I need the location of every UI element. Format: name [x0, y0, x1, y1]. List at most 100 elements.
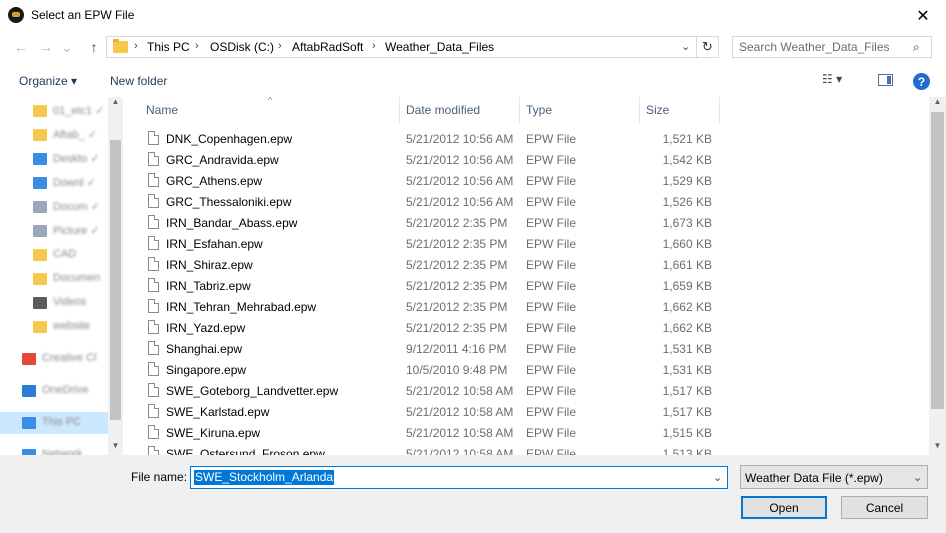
new-folder-button[interactable]: New folder [110, 74, 167, 88]
column-divider[interactable] [399, 97, 400, 123]
scroll-down-icon[interactable]: ▼ [108, 441, 123, 455]
file-date-modified: 5/21/2012 10:56 AM [406, 132, 514, 146]
file-size: 1,661 KB [662, 258, 712, 272]
file-name: Shanghai.epw [166, 342, 243, 356]
file-row[interactable]: IRN_Tehran_Mehrabad.epw 5/21/2012 2:35 PM… [138, 296, 738, 317]
organize-button[interactable]: Organize ▾ [19, 74, 77, 88]
nav-pane-item[interactable]: Documen [0, 268, 108, 290]
file-icon [148, 278, 159, 292]
file-row[interactable]: SWE_Karlstad.epw 5/21/2012 10:58 AM EPW Fi… [138, 401, 738, 422]
file-type: EPW File [526, 363, 577, 377]
file-row[interactable]: GRC_Andravida.epw 5/21/2012 10:56 AM EPW F… [138, 149, 738, 170]
nav-pane-item[interactable]: Creative Cl [0, 348, 108, 370]
column-header-date-modified[interactable]: Date modified [406, 97, 518, 123]
nav-item-icon [33, 273, 47, 285]
file-size: 1,515 KB [662, 426, 712, 440]
file-date-modified: 5/21/2012 2:35 PM [406, 216, 508, 230]
nav-pane-item[interactable]: Picture ✓ [0, 220, 108, 242]
recent-locations-button[interactable]: ⌄ [59, 36, 75, 58]
search-box[interactable]: ⌕ [732, 36, 932, 58]
breadcrumb-this-pc[interactable]: This PC [147, 40, 190, 54]
file-row[interactable]: IRN_Esfahan.epw 5/21/2012 2:35 PM EPW File… [138, 233, 738, 254]
address-bar[interactable]: › This PC › OSDisk (C:) › AftabRadSoft ›… [106, 36, 697, 58]
scroll-up-icon[interactable]: ▲ [929, 97, 946, 111]
navigation-pane: 01_etc1 ✓ Aftab_ ✓ Deskto ✓ Downl ✓ Docum ✓ P… [0, 97, 123, 455]
breadcrumb-osdisk[interactable]: OSDisk (C:) [210, 40, 274, 54]
nav-pane-item[interactable]: Deskto ✓ [0, 148, 108, 170]
file-type: EPW File [526, 237, 577, 251]
close-button[interactable]: ✕ [900, 0, 946, 31]
file-row[interactable]: IRN_Bandar_Abass.epw 5/21/2012 2:35 PM EPW… [138, 212, 738, 233]
column-divider[interactable] [639, 97, 640, 123]
refresh-button[interactable]: ↻ [697, 36, 719, 58]
nav-pane-item[interactable]: Aftab_ ✓ [0, 124, 108, 146]
file-row[interactable]: SWE_Goteborg_Landvetter.epw 5/21/2012 10:… [138, 380, 738, 401]
file-name-combobox[interactable]: SWE_Stockholm_Arlanda ⌄ [190, 466, 728, 489]
folder-icon [113, 39, 128, 53]
nav-pane-item[interactable]: website [0, 316, 108, 338]
file-list-scroll-thumb[interactable] [931, 112, 944, 409]
column-header-type[interactable]: Type [526, 97, 638, 123]
file-row[interactable]: IRN_Yazd.epw 5/21/2012 2:35 PM EPW File 1,6… [138, 317, 738, 338]
close-icon: ✕ [916, 7, 930, 25]
scroll-down-icon[interactable]: ▼ [929, 441, 946, 455]
breadcrumb-aftabradsoft[interactable]: AftabRadSoft [292, 40, 363, 54]
breadcrumb-weather-data-files[interactable]: Weather_Data_Files [385, 40, 494, 54]
up-button[interactable]: ↑ [83, 36, 105, 58]
column-divider[interactable] [519, 97, 520, 123]
arrow-left-icon: ← [14, 39, 28, 55]
open-button[interactable]: Open [741, 496, 827, 519]
nav-item-icon [33, 105, 47, 117]
nav-item-icon [22, 353, 36, 365]
nav-pane-item[interactable]: This PC [0, 412, 108, 434]
preview-pane-button[interactable] [878, 74, 893, 86]
nav-item-icon [33, 177, 47, 189]
file-row[interactable]: GRC_Athens.epw 5/21/2012 10:56 AM EPW File… [138, 170, 738, 191]
change-view-button[interactable]: ☷ ▾ [822, 72, 862, 90]
app-icon [8, 7, 24, 23]
chevron-down-icon[interactable]: ⌄ [713, 471, 722, 484]
nav-item-label: CAD [53, 248, 77, 260]
file-row[interactable]: Singapore.epw 10/5/2010 9:48 PM EPW File 1,… [138, 359, 738, 380]
search-icon[interactable]: ⌕ [913, 40, 920, 55]
chevron-down-icon: ⌄ [61, 38, 73, 55]
file-row[interactable]: SWE_Kiruna.epw 5/21/2012 10:58 AM EPW File… [138, 422, 738, 443]
nav-pane-item[interactable]: CAD [0, 244, 108, 266]
search-input[interactable] [733, 37, 914, 57]
file-row[interactable]: IRN_Tabriz.epw 5/21/2012 2:35 PM EPW File 1… [138, 275, 738, 296]
nav-pane-item[interactable]: Network [0, 444, 108, 455]
cancel-button[interactable]: Cancel [841, 496, 928, 519]
file-row[interactable]: Shanghai.epw 9/12/2011 4:16 PM EPW File 1,5… [138, 338, 738, 359]
nav-pane-item[interactable]: 01_etc1 ✓ [0, 100, 108, 122]
file-name: DNK_Copenhagen.epw [166, 132, 293, 146]
file-size: 1,521 KB [662, 132, 712, 146]
file-size: 1,542 KB [662, 153, 712, 167]
file-date-modified: 5/21/2012 2:35 PM [406, 237, 508, 251]
file-type: EPW File [526, 153, 577, 167]
scroll-up-icon[interactable]: ▲ [108, 97, 123, 111]
navigation-pane-scroll-thumb[interactable] [110, 140, 121, 420]
file-name-input[interactable]: SWE_Stockholm_Arlanda [194, 470, 335, 485]
column-header-size[interactable]: Size [646, 97, 718, 123]
file-row[interactable]: SWE_Ostersund_Froson.epw 5/21/2012 10:58 … [138, 443, 738, 455]
file-size: 1,526 KB [662, 195, 712, 209]
file-size: 1,513 KB [662, 447, 712, 455]
arrow-right-icon: → [39, 39, 53, 55]
nav-item-label: Aftab_ ✓ [53, 129, 98, 141]
forward-button[interactable]: → [35, 36, 57, 58]
help-button[interactable]: ? [913, 73, 930, 90]
file-row[interactable]: IRN_Shiraz.epw 5/21/2012 2:35 PM EPW File 1… [138, 254, 738, 275]
address-dropdown-icon[interactable]: ⌄ [681, 40, 690, 53]
nav-item-icon [33, 129, 47, 141]
file-icon [148, 320, 159, 334]
nav-pane-item[interactable]: Downl ✓ [0, 172, 108, 194]
column-divider[interactable] [719, 97, 720, 123]
file-type-select[interactable]: Weather Data File (*.epw) ⌄ [740, 465, 928, 489]
nav-pane-item[interactable]: OneDrive [0, 380, 108, 402]
file-row[interactable]: DNK_Copenhagen.epw 5/21/2012 10:56 AM EPW … [138, 128, 738, 149]
back-button[interactable]: ← [10, 36, 32, 58]
file-type: EPW File [526, 132, 577, 146]
nav-pane-item[interactable]: Videos [0, 292, 108, 314]
file-row[interactable]: GRC_Thessaloniki.epw 5/21/2012 10:56 AM EP… [138, 191, 738, 212]
nav-pane-item[interactable]: Docum ✓ [0, 196, 108, 218]
